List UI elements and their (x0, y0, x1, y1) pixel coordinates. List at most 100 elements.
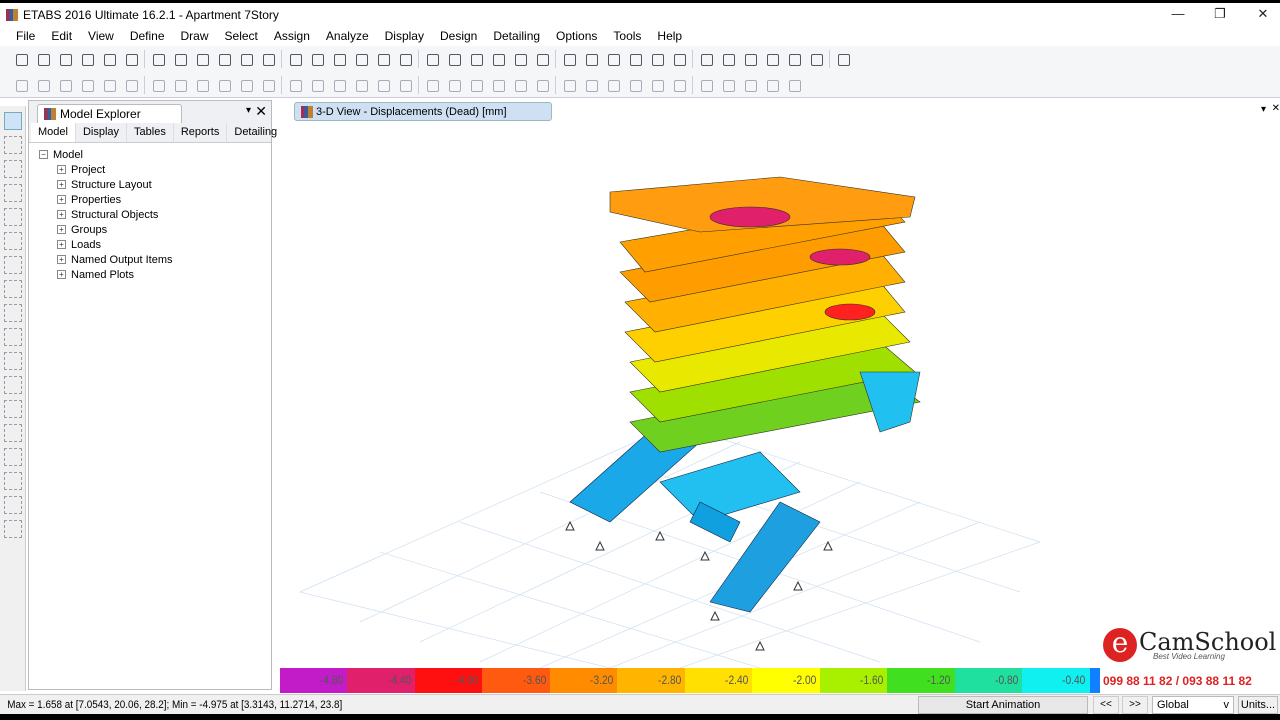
expand-icon[interactable]: + (57, 240, 66, 249)
elevation-view-icon[interactable] (396, 50, 414, 68)
text-icon[interactable] (719, 50, 737, 68)
draw-brace-icon[interactable] (100, 76, 118, 94)
clr-icon[interactable] (4, 496, 22, 514)
tendon-icon[interactable] (741, 76, 759, 94)
menu-tools[interactable]: Tools (605, 29, 649, 43)
explorer-tab-model[interactable]: Model (31, 123, 76, 142)
zoom-window-icon[interactable] (193, 50, 211, 68)
area-icon[interactable] (489, 76, 507, 94)
brace-icon[interactable] (4, 256, 22, 274)
menu-edit[interactable]: Edit (43, 29, 80, 43)
copy-icon[interactable] (215, 76, 233, 94)
expand-icon[interactable]: + (57, 270, 66, 279)
expand-icon[interactable]: + (57, 210, 66, 219)
tree-node-structural-objects[interactable]: + Structural Objects (39, 207, 271, 222)
pointer-icon[interactable] (4, 112, 22, 130)
view-dropdown-icon[interactable]: ▾ (1261, 104, 1266, 115)
panel-close-button[interactable]: ✕ (255, 103, 267, 120)
previous-button[interactable]: << (1093, 696, 1119, 714)
rotate-icon[interactable] (423, 50, 441, 68)
run-icon[interactable] (171, 50, 189, 68)
expand-icon[interactable]: + (57, 225, 66, 234)
menu-options[interactable]: Options (548, 29, 605, 43)
refresh-icon[interactable] (330, 50, 348, 68)
tree-node-loads[interactable]: + Loads (39, 237, 271, 252)
3d-model-view[interactable] (280, 122, 1280, 668)
frame-icon[interactable] (4, 184, 22, 202)
expand-icon[interactable]: + (57, 195, 66, 204)
3d-view-icon[interactable] (352, 50, 370, 68)
explorer-tab-detailing[interactable]: Detailing (227, 123, 286, 142)
replicate-icon[interactable] (286, 76, 304, 94)
redo-icon[interactable] (100, 50, 118, 68)
menu-design[interactable]: Design (432, 29, 485, 43)
check-icon[interactable] (533, 50, 551, 68)
joint-icon[interactable] (4, 136, 22, 154)
divide-icon[interactable] (423, 76, 441, 94)
expand-icon[interactable]: + (57, 255, 66, 264)
minimize-button[interactable]: — (1163, 6, 1193, 21)
menu-view[interactable]: View (80, 29, 122, 43)
zoom-prev-icon[interactable] (286, 50, 304, 68)
menu-draw[interactable]: Draw (173, 29, 217, 43)
curve-icon[interactable] (785, 76, 803, 94)
explorer-tab-display[interactable]: Display (76, 123, 128, 142)
tree-node-groups[interactable]: + Groups (39, 222, 271, 237)
undo-icon[interactable] (78, 50, 96, 68)
align-icon[interactable] (374, 76, 392, 94)
rebar-icon[interactable] (670, 76, 688, 94)
section-icon[interactable] (785, 50, 803, 68)
explorer-tab-reports[interactable]: Reports (174, 123, 228, 142)
view-tab-3d[interactable]: 3-D View - Displacements (Dead) [mm] (294, 102, 552, 121)
grid-icon[interactable] (308, 76, 326, 94)
menu-detailing[interactable]: Detailing (485, 29, 548, 43)
wall-stack-icon[interactable] (719, 76, 737, 94)
reactions-icon[interactable] (670, 50, 688, 68)
slab-icon[interactable] (697, 76, 715, 94)
close-icon[interactable] (763, 76, 781, 94)
lock-icon[interactable] (149, 50, 167, 68)
display-icon[interactable] (560, 50, 578, 68)
wall-icon[interactable] (4, 304, 22, 322)
ps-icon[interactable] (4, 472, 22, 490)
floor-icon[interactable] (4, 280, 22, 298)
pencil-icon[interactable] (122, 50, 140, 68)
zoom-restore-icon[interactable] (215, 50, 233, 68)
edit-icon[interactable] (533, 76, 551, 94)
mesh-icon[interactable] (511, 76, 529, 94)
menu-display[interactable]: Display (377, 29, 432, 43)
join-icon[interactable] (445, 76, 463, 94)
moment-icon[interactable] (582, 76, 600, 94)
draw-wall-icon[interactable] (149, 76, 167, 94)
merge-icon[interactable] (467, 76, 485, 94)
menu-define[interactable]: Define (122, 29, 173, 43)
frame-icon[interactable] (604, 50, 622, 68)
draw-link-icon[interactable] (171, 76, 189, 94)
start-animation-button[interactable]: Start Animation (918, 696, 1088, 714)
table-icon[interactable] (741, 50, 759, 68)
link-icon[interactable] (4, 352, 22, 370)
line-icon[interactable] (807, 50, 825, 68)
coordinate-system-select[interactable]: Global v (1152, 696, 1234, 714)
tree-node-project[interactable]: + Project (39, 162, 271, 177)
pan-icon[interactable] (308, 50, 326, 68)
draw-column-icon[interactable] (56, 76, 74, 94)
spring-icon[interactable] (4, 424, 22, 442)
cut-icon[interactable] (193, 76, 211, 94)
tree-node-structure-layout[interactable]: + Structure Layout (39, 177, 271, 192)
plan-view-icon[interactable] (374, 50, 392, 68)
tree-node-properties[interactable]: + Properties (39, 192, 271, 207)
explorer-tab-tables[interactable]: Tables (127, 123, 174, 142)
next-button[interactable]: >> (1122, 696, 1148, 714)
insertion-icon[interactable] (648, 76, 666, 94)
expand-icon[interactable]: + (57, 165, 66, 174)
menu-file[interactable]: File (8, 29, 43, 43)
paste-icon[interactable] (237, 76, 255, 94)
load-icon[interactable] (560, 76, 578, 94)
tree-node-named-output-items[interactable]: + Named Output Items (39, 252, 271, 267)
select-icon[interactable] (4, 520, 22, 538)
beam-icon[interactable] (4, 232, 22, 250)
close-button[interactable]: ✕ (1248, 6, 1278, 22)
delete-icon[interactable] (259, 76, 277, 94)
design-icon[interactable] (834, 50, 852, 68)
